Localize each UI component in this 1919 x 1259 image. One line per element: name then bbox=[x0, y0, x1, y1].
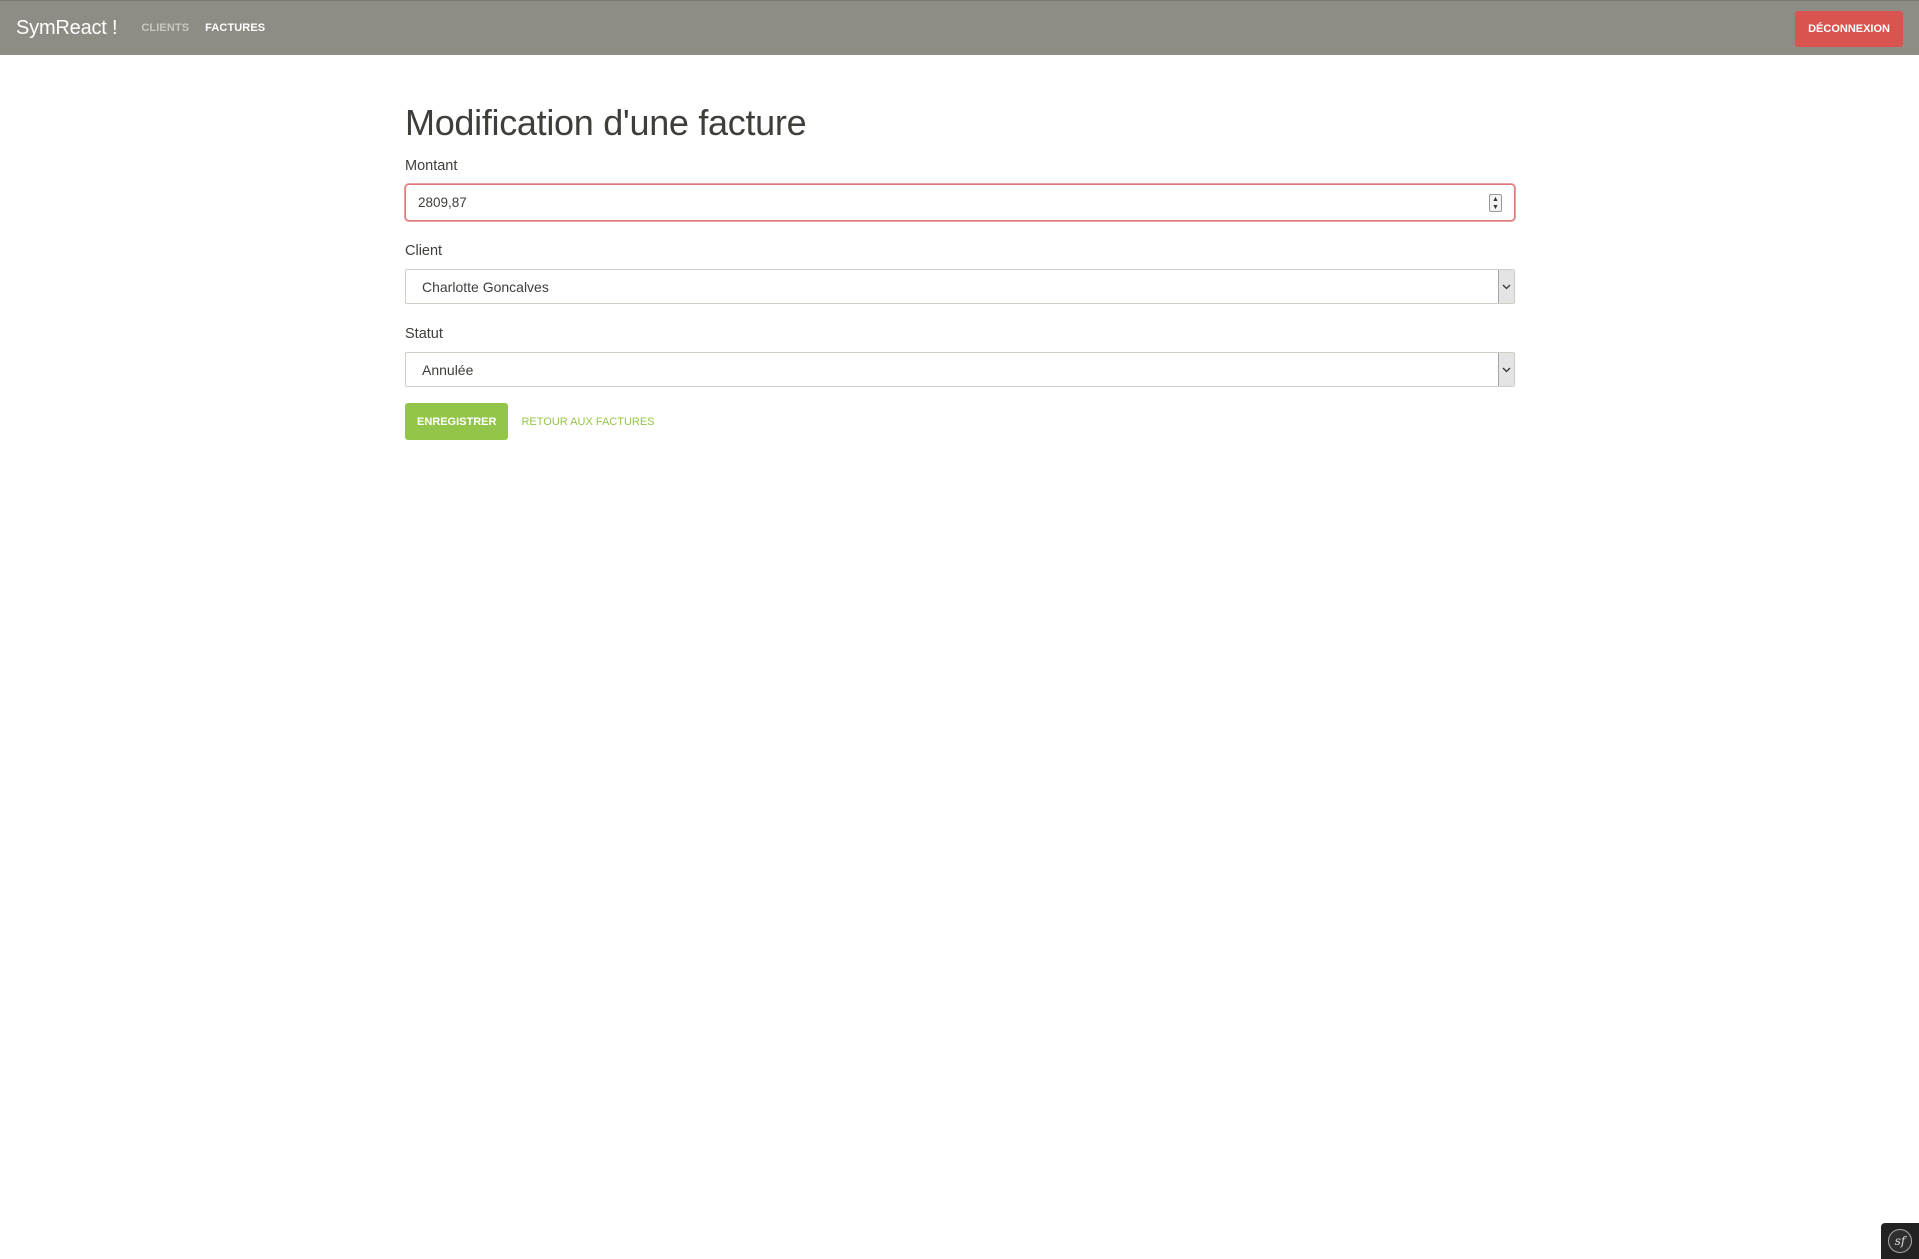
customer-select[interactable]: Charlotte Goncalves bbox=[405, 269, 1515, 304]
customer-select-wrapper: Charlotte Goncalves bbox=[405, 269, 1515, 304]
number-spinner-icon[interactable]: ▲ ▼ bbox=[1489, 194, 1502, 212]
nav-links: Clients Factures bbox=[141, 22, 265, 34]
navbar: SymReact ! Clients Factures Déconnexion bbox=[0, 0, 1919, 55]
status-select-value: Annulée bbox=[422, 361, 474, 378]
amount-input[interactable] bbox=[405, 184, 1515, 221]
save-button[interactable]: Enregistrer bbox=[405, 403, 509, 440]
spinner-down-icon[interactable]: ▼ bbox=[1492, 204, 1499, 211]
logout-button[interactable]: Déconnexion bbox=[1795, 11, 1903, 47]
customer-label: Client bbox=[405, 243, 443, 259]
symfony-logo-icon: sf bbox=[1888, 1229, 1912, 1253]
brand-link[interactable]: SymReact ! bbox=[16, 17, 118, 40]
status-select-wrapper: Annulée bbox=[405, 352, 1515, 387]
page-title: Modification d'une facture bbox=[405, 102, 807, 143]
amount-input-wrapper: ▲ ▼ bbox=[405, 184, 1515, 221]
spinner-up-icon[interactable]: ▲ bbox=[1492, 196, 1499, 203]
status-label: Statut bbox=[405, 326, 443, 342]
amount-label: Montant bbox=[405, 158, 458, 174]
customer-field-group: Client Charlotte Goncalves bbox=[405, 243, 1515, 304]
form-actions: Enregistrer Retour aux factures bbox=[405, 403, 1515, 440]
nav-link-invoices[interactable]: Factures bbox=[205, 22, 265, 34]
chevron-down-icon[interactable] bbox=[1498, 270, 1514, 303]
chevron-down-icon[interactable] bbox=[1498, 353, 1514, 386]
nav-link-clients[interactable]: Clients bbox=[141, 22, 189, 34]
customer-select-value: Charlotte Goncalves bbox=[422, 278, 549, 295]
amount-field-group: Montant ▲ ▼ bbox=[405, 158, 1515, 221]
status-field-group: Statut Annulée bbox=[405, 326, 1515, 387]
symfony-debug-toolbar[interactable]: sf bbox=[1881, 1223, 1919, 1259]
status-select[interactable]: Annulée bbox=[405, 352, 1515, 387]
main-content: Modification d'une facture Montant ▲ ▼ C… bbox=[405, 100, 1515, 440]
back-to-invoices-link[interactable]: Retour aux factures bbox=[521, 416, 654, 428]
